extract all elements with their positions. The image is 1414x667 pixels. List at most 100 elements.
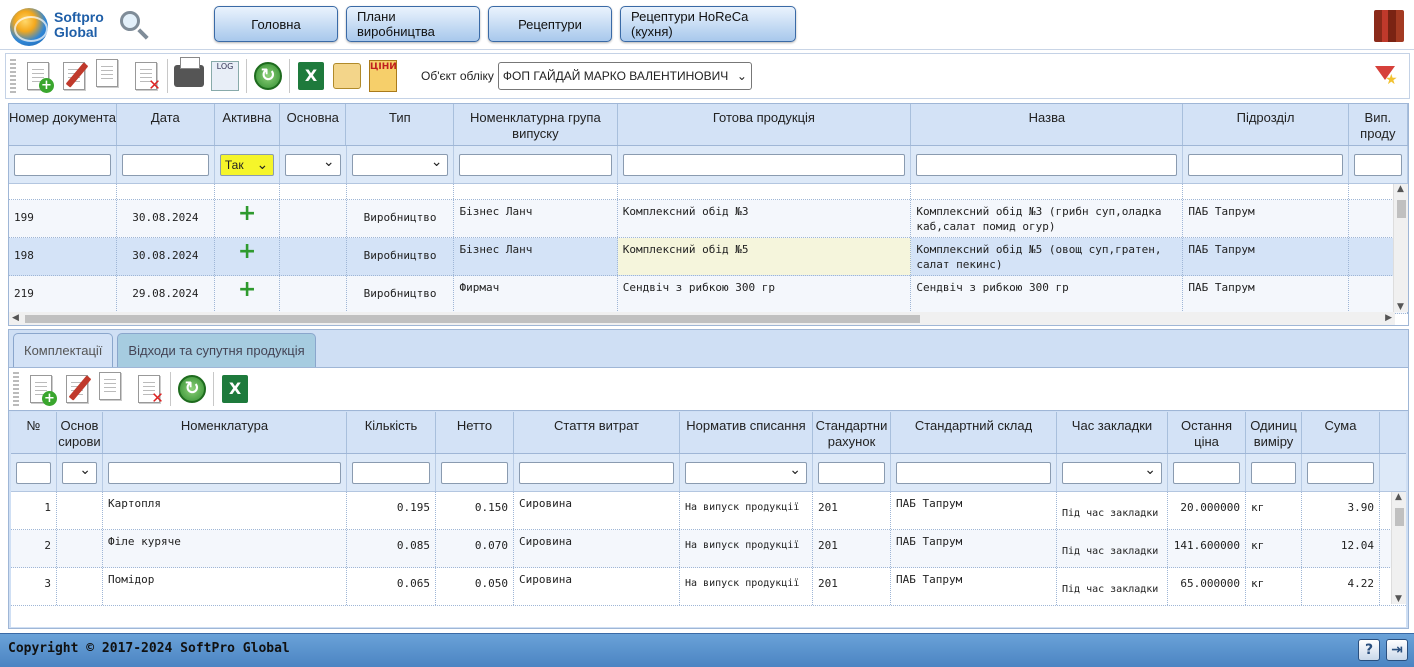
- print-button[interactable]: [171, 57, 207, 95]
- col-last-price[interactable]: Остання ціна: [1168, 412, 1246, 453]
- filter-type-select[interactable]: [351, 153, 449, 176]
- toolbar-grip[interactable]: [13, 372, 19, 406]
- scroll-left-icon[interactable]: ◀: [12, 313, 19, 323]
- col-output[interactable]: Вип. проду: [1349, 104, 1408, 145]
- col-date[interactable]: Дата: [117, 104, 215, 145]
- col-name[interactable]: Назва: [911, 104, 1184, 145]
- filter-name[interactable]: [916, 153, 1178, 176]
- col-department[interactable]: Підрозділ: [1183, 104, 1349, 145]
- table-row[interactable]: 1 Картопля 0.195 0.150 Сировина На випус…: [11, 492, 1406, 530]
- copy-document-button[interactable]: [92, 57, 128, 95]
- scroll-down-icon[interactable]: ▼: [1397, 302, 1404, 312]
- filter-standard-account[interactable]: [818, 461, 885, 484]
- col-cost-item[interactable]: Стаття витрат: [514, 412, 680, 453]
- col-write-off-norm[interactable]: Норматив списання: [680, 412, 813, 453]
- table-row-selected[interactable]: 198 30.08.2024 + Виробництво Бізнес Ланч…: [9, 238, 1408, 276]
- col-no[interactable]: №: [11, 412, 57, 453]
- col-nomenclature-group[interactable]: Номенклатурна група випуску: [454, 104, 618, 145]
- filter-write-off-norm-select[interactable]: [685, 461, 807, 484]
- col-net[interactable]: Нетто: [436, 412, 514, 453]
- col-type[interactable]: Тип: [346, 104, 455, 145]
- col-main[interactable]: Основна: [280, 104, 347, 145]
- items-vertical-scrollbar[interactable]: ▲ ▼: [1391, 492, 1406, 604]
- items-filter-row: [11, 454, 1406, 492]
- filter-output[interactable]: [1353, 153, 1403, 176]
- table-row[interactable]: 219 29.08.2024 + Виробництво Фирмач Сенд…: [9, 276, 1408, 314]
- col-nomenclature[interactable]: Номенклатура: [103, 412, 347, 453]
- export-excel-button[interactable]: X: [293, 57, 329, 95]
- col-standard-store[interactable]: Стандартний склад: [891, 412, 1057, 453]
- scroll-up-icon[interactable]: ▲: [1395, 492, 1402, 502]
- scroll-down-icon[interactable]: ▼: [1395, 594, 1402, 604]
- recipes-vertical-scrollbar[interactable]: ▲ ▼: [1393, 184, 1408, 312]
- copy-item-button[interactable]: [95, 370, 131, 408]
- object-select[interactable]: ФОП ГАЙДАЙ МАРКО ВАЛЕНТИНОВИЧ ⌄: [497, 62, 752, 90]
- filter-nomenclature[interactable]: [108, 461, 341, 484]
- filter-finished-product[interactable]: [622, 153, 906, 176]
- nav-horeca-recipes[interactable]: Рецептури HoReCa (кухня): [620, 6, 796, 42]
- delete-item-button[interactable]: ✕: [131, 370, 167, 408]
- tab-kits[interactable]: Комплектації: [13, 333, 114, 367]
- col-active[interactable]: Активна: [215, 104, 281, 145]
- col-unit[interactable]: Одиниц виміру: [1246, 412, 1302, 453]
- filter-nomenclature-group[interactable]: [459, 153, 612, 176]
- toolbar-grip[interactable]: [10, 59, 16, 93]
- filter-unit[interactable]: [1251, 461, 1296, 484]
- filter-department[interactable]: [1188, 153, 1343, 176]
- table-row[interactable]: 3 Помідор 0.065 0.050 Сировина На випуск…: [11, 568, 1406, 606]
- refresh-items-button[interactable]: ↻: [174, 370, 210, 408]
- refresh-icon: ↻: [178, 375, 206, 403]
- exit-icon[interactable]: ⇥: [1386, 639, 1408, 661]
- cell-product-focused[interactable]: Комплексний обід №5: [617, 238, 912, 275]
- cell-name: Сендвіч з рибкою 300 гр: [911, 276, 1184, 313]
- filter-active-select[interactable]: Так: [219, 153, 275, 176]
- books-icon[interactable]: [1374, 10, 1404, 42]
- table-row[interactable]: 2 Філе куряче 0.085 0.070 Сировина На ви…: [11, 530, 1406, 568]
- export-items-excel-button[interactable]: X: [217, 370, 253, 408]
- add-document-button[interactable]: +: [20, 57, 56, 95]
- tab-waste[interactable]: Відходи та супутня продукція: [117, 333, 316, 367]
- filter-standard-store[interactable]: [896, 461, 1051, 484]
- filter-sum[interactable]: [1307, 461, 1374, 484]
- filter-load-time-select[interactable]: [1062, 461, 1162, 484]
- filter-doc-number[interactable]: [14, 153, 111, 176]
- scroll-up-icon[interactable]: ▲: [1397, 184, 1404, 194]
- col-finished-product[interactable]: Готова продукція: [618, 104, 912, 145]
- refresh-button[interactable]: ↻: [250, 57, 286, 95]
- delete-icon: ✕: [151, 389, 164, 407]
- col-raw-main[interactable]: Основ сирови: [57, 412, 103, 453]
- filter-main-select[interactable]: [285, 153, 341, 176]
- details-tabs: Комплектації Відходи та супутня продукці…: [13, 333, 316, 367]
- nav-recipes[interactable]: Рецептури: [488, 6, 612, 42]
- object-select-value: ФОП ГАЙДАЙ МАРКО ВАЛЕНТИНОВИЧ: [502, 69, 729, 83]
- col-quantity[interactable]: Кількість: [347, 412, 436, 453]
- filter-net[interactable]: [441, 461, 508, 484]
- search-icon[interactable]: [120, 11, 140, 31]
- recipes-horizontal-scrollbar[interactable]: ◀ ▶: [9, 312, 1395, 325]
- help-button[interactable]: ?: [1358, 639, 1380, 661]
- scroll-right-icon[interactable]: ▶: [1385, 313, 1392, 323]
- col-doc-number[interactable]: Номер документа: [9, 104, 117, 145]
- col-load-time[interactable]: Час закладки: [1057, 412, 1168, 453]
- filter-date[interactable]: [121, 153, 209, 176]
- nav-production-plans[interactable]: Плани виробництва: [346, 6, 480, 42]
- prices-button[interactable]: ЦІНИ: [365, 57, 401, 95]
- filter-star-icon[interactable]: [1371, 62, 1399, 90]
- col-sum[interactable]: Сума: [1302, 412, 1380, 453]
- delete-document-button[interactable]: ✕: [128, 57, 164, 95]
- log-button[interactable]: LOG: [207, 57, 243, 95]
- hand-document-button[interactable]: [329, 57, 365, 95]
- nav-home[interactable]: Головна: [214, 6, 338, 42]
- col-standard-account[interactable]: Стандартни рахунок: [813, 412, 891, 453]
- table-row[interactable]: 199 30.08.2024 + Виробництво Бізнес Ланч…: [9, 200, 1408, 238]
- add-item-button[interactable]: +: [23, 370, 59, 408]
- edit-item-button[interactable]: [59, 370, 95, 408]
- softpro-logo[interactable]: Softpro Global: [10, 6, 150, 46]
- filter-last-price[interactable]: [1173, 461, 1240, 484]
- edit-document-button[interactable]: [56, 57, 92, 95]
- filter-quantity[interactable]: [352, 461, 430, 484]
- cell-account: 201: [813, 530, 891, 567]
- filter-raw-main-select[interactable]: [62, 461, 97, 484]
- filter-cost-item[interactable]: [519, 461, 674, 484]
- filter-no[interactable]: [16, 461, 51, 484]
